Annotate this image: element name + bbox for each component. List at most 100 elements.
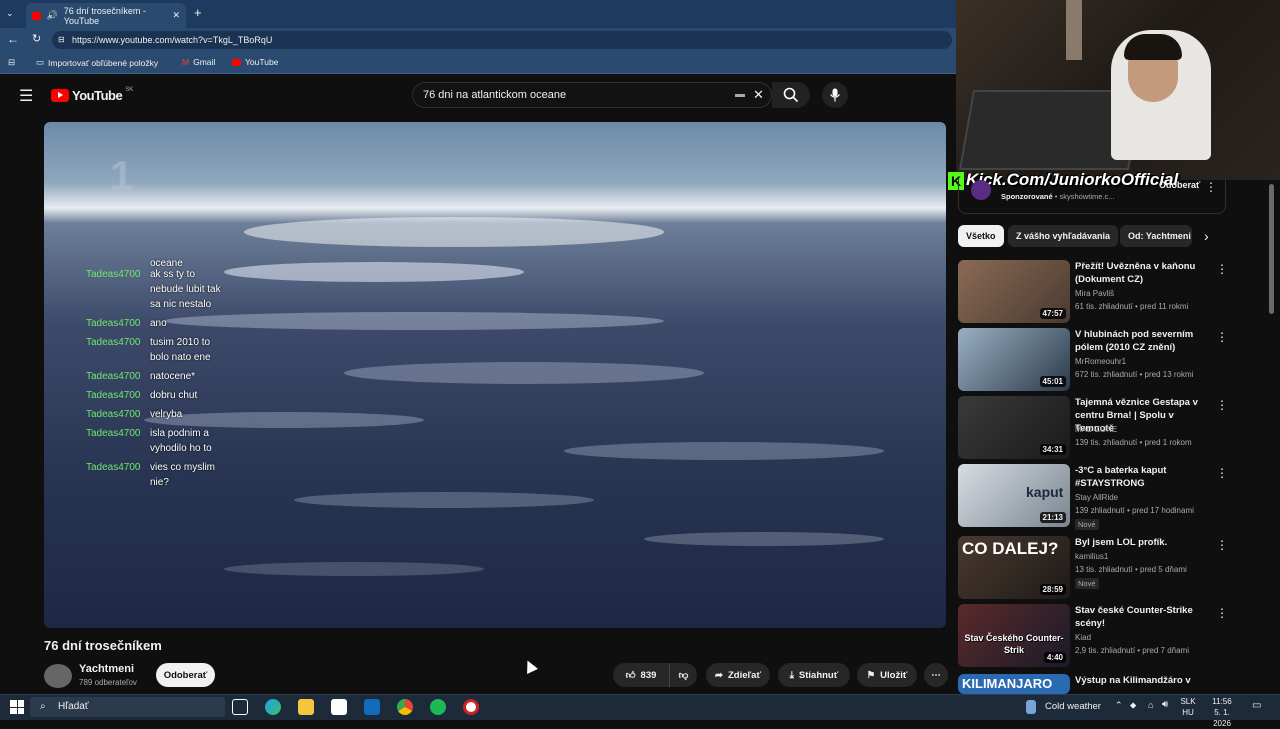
rec-channel[interactable]: kamilius1 — [1075, 552, 1108, 561]
chat-message: Tadeas4700 isla podnim a vyhodilo ho to — [86, 426, 246, 456]
app-icon[interactable] — [463, 699, 479, 715]
search-button[interactable] — [772, 82, 810, 108]
more-actions-button[interactable]: ⋯ — [924, 663, 948, 687]
video-thumbnail[interactable]: 34:31 — [958, 396, 1070, 459]
chip-from-channel[interactable]: Od: Yachtmeni — [1120, 225, 1192, 247]
video-thumbnail[interactable]: Stav Českého Counter-Strik 4:40 — [958, 604, 1070, 667]
ad-more-icon[interactable]: ⋮ — [1205, 180, 1217, 194]
store-icon[interactable] — [331, 699, 347, 715]
download-label: Stiahnuť — [798, 669, 839, 681]
tray-chevron-icon[interactable]: ⌃ — [1115, 700, 1123, 711]
save-button[interactable]: ⚑ Uložiť — [857, 663, 917, 687]
chat-message: Tadeas4700 dobru chut — [86, 388, 246, 403]
collections-icon[interactable]: ⊟ — [8, 57, 15, 68]
rec-more-icon[interactable]: ⋮ — [1216, 262, 1228, 276]
chrome-icon[interactable] — [397, 699, 413, 715]
volume-icon[interactable]: 🔊︎ — [1162, 699, 1168, 710]
sponsored-ad[interactable]: Sponzorované • skyshowtime.c... Odoberať… — [958, 178, 1226, 214]
ad-subscribe-button[interactable]: Odoberať — [1159, 180, 1200, 190]
back-icon[interactable]: ← — [7, 32, 19, 46]
chat-text: natocene* — [150, 371, 196, 382]
recommendation-item[interactable]: 45:01 V hlubinách pod severním pólem (20… — [958, 328, 1258, 392]
clear-search-icon[interactable]: ✕ — [753, 83, 764, 107]
youtube-wordmark: YouTube — [72, 88, 123, 103]
ad-avatar — [971, 180, 991, 200]
chip-all[interactable]: Všetko — [958, 225, 1004, 247]
notification-icon[interactable]: ▭ — [1252, 700, 1261, 711]
task-view-icon[interactable] — [232, 699, 248, 715]
voice-search-button[interactable] — [822, 82, 848, 108]
site-info-icon[interactable]: ⊟ — [58, 31, 65, 49]
taskbar-search-placeholder: Hľadať — [58, 701, 89, 712]
close-tab-icon[interactable]: ✕ — [172, 10, 180, 21]
rec-more-icon[interactable]: ⋮ — [1216, 606, 1228, 620]
browser-tab[interactable]: 🔊 76 dní trosečníkem - YouTube ✕ — [26, 3, 186, 28]
rec-more-icon[interactable]: ⋮ — [1216, 466, 1228, 480]
rec-channel[interactable]: Kiad — [1075, 633, 1091, 642]
chip-from-search[interactable]: Z vášho vyhľadávania — [1008, 225, 1119, 247]
scrollbar-thumb[interactable] — [1269, 184, 1274, 314]
windows-start-icon[interactable] — [10, 700, 24, 714]
channel-name[interactable]: Yachtmeni — [79, 663, 134, 675]
rec-title[interactable]: Výstup na Kilimandžáro v — [1075, 674, 1210, 687]
outlook-icon[interactable] — [364, 699, 380, 715]
recommendation-item[interactable]: 34:31 Tajemná věznice Gestapa v centru B… — [958, 396, 1258, 460]
subscribe-button[interactable]: Odoberať — [156, 663, 215, 687]
rec-more-icon[interactable]: ⋮ — [1216, 330, 1228, 344]
rec-channel[interactable]: Stay AllRide — [1075, 493, 1118, 502]
speaker-icon[interactable]: 🔊 — [47, 10, 58, 21]
new-tab-icon[interactable]: + — [194, 5, 202, 20]
tab-title: 76 dní trosečníkem - YouTube — [63, 5, 146, 26]
video-thumbnail[interactable]: KILIMANJARO — [958, 674, 1070, 694]
rec-title[interactable]: Přežít! Uvězněna v kaňonu (Dokument CZ) — [1075, 260, 1210, 286]
file-explorer-icon[interactable] — [298, 699, 314, 715]
clock[interactable]: 11:56 5. 1. 2026 — [1205, 696, 1239, 729]
ad-domain: skyshowtime.c... — [1059, 192, 1115, 201]
keyboard-icon[interactable]: ▬ — [735, 83, 745, 107]
network-icon[interactable]: ⌂ — [1148, 700, 1153, 710]
menu-icon[interactable]: ☰ — [19, 86, 33, 106]
rec-channel[interactable]: MrRomeouhr1 — [1075, 357, 1126, 366]
recommendation-item[interactable]: kaput 21:13 -3°C a baterka kaput #STAYST… — [958, 464, 1258, 530]
taskbar-search-input[interactable]: ⌕ Hľadať — [30, 697, 225, 717]
rec-channel[interactable]: MAD ZONE — [1075, 425, 1117, 434]
rec-more-icon[interactable]: ⋮ — [1216, 538, 1228, 552]
download-button[interactable]: ⤓ Stiahnuť — [778, 663, 850, 687]
rec-title[interactable]: -3°C a baterka kaput #STAYSTRONG — [1075, 464, 1210, 490]
thumbnail-text: KILIMANJARO — [962, 676, 1053, 691]
youtube-logo[interactable]: YouTube SK — [51, 87, 133, 103]
edge-icon[interactable] — [265, 699, 281, 715]
tray-icon[interactable]: ⬥ — [1130, 700, 1136, 711]
rec-title[interactable]: Stav české Counter-Strike scény! — [1075, 604, 1210, 630]
video-thumbnail[interactable]: CO DALEJ? 28:59 — [958, 536, 1070, 599]
recommendation-item[interactable]: KILIMANJARO Výstup na Kilimandžáro v — [958, 674, 1258, 694]
recommendation-item[interactable]: 47:57 Přežít! Uvězněna v kaňonu (Dokumen… — [958, 260, 1258, 324]
like-button[interactable]: 👍︎ 839 — [613, 663, 669, 687]
video-thumbnail[interactable]: 47:57 — [958, 260, 1070, 323]
video-thumbnail[interactable]: kaput 21:13 — [958, 464, 1070, 527]
lamp-shape — [1066, 0, 1082, 60]
channel-avatar[interactable] — [44, 664, 72, 688]
reload-icon[interactable]: ↻ — [32, 32, 41, 45]
weather-text[interactable]: Cold weather — [1045, 701, 1101, 712]
rec-title[interactable]: V hlubinách pod severním pólem (2010 CZ … — [1075, 328, 1210, 354]
spotify-icon[interactable] — [430, 699, 446, 715]
chat-text: ak ss ty to nebude lubit tak sa nic nest… — [150, 269, 221, 310]
bookmark-gmail[interactable]: M Gmail — [182, 57, 215, 67]
rec-title[interactable]: Byl jsem LOL profík. — [1075, 536, 1210, 549]
bookmark-import[interactable]: ▭ Importovať obľúbené položky — [36, 57, 158, 68]
youtube-icon — [232, 58, 241, 66]
recommendation-item[interactable]: Stav Českého Counter-Strik 4:40 Stav čes… — [958, 604, 1258, 668]
dislike-button[interactable]: 👎︎ — [669, 663, 697, 687]
tab-list-chevron-icon[interactable]: ⌄ — [6, 8, 14, 19]
share-button[interactable]: ➦ Zdieľať — [706, 663, 770, 687]
url-field[interactable]: ⊟ https://www.youtube.com/watch?v=TkgL_T… — [52, 31, 952, 49]
recommendation-item[interactable]: CO DALEJ? 28:59 Byl jsem LOL profík. kam… — [958, 536, 1258, 600]
chevron-right-icon[interactable]: › — [1204, 228, 1209, 244]
bookmark-youtube[interactable]: YouTube — [232, 57, 278, 67]
video-thumbnail[interactable]: 45:01 — [958, 328, 1070, 391]
rec-channel[interactable]: Mira Pavliš — [1075, 289, 1114, 298]
rec-more-icon[interactable]: ⋮ — [1216, 398, 1228, 412]
search-input[interactable]: 76 dni na atlantickom oceane ▬ ✕ — [412, 82, 772, 108]
language-indicator[interactable]: SLK HU — [1176, 696, 1200, 718]
